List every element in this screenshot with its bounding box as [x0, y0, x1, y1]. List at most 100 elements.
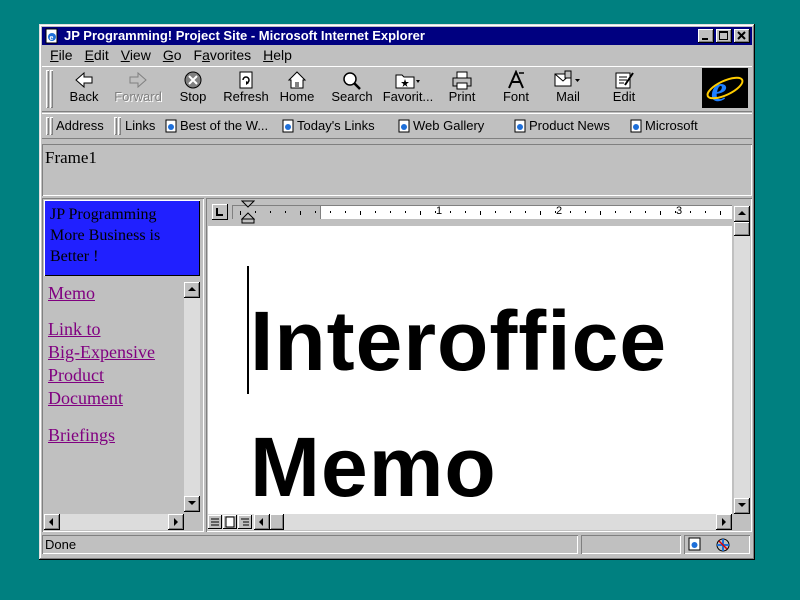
back-button[interactable]: Back	[58, 68, 110, 110]
addressbar-grip[interactable]	[46, 117, 49, 135]
home-icon	[287, 71, 307, 89]
ruler-tick	[465, 211, 466, 213]
print-button[interactable]: Print	[440, 68, 484, 110]
page-icon	[514, 119, 526, 133]
links-label[interactable]: Links	[125, 118, 155, 133]
toolbar-grip[interactable]	[46, 70, 49, 108]
favorites-button[interactable]: Favorit...	[380, 68, 436, 110]
nav-link-product[interactable]: Product	[48, 364, 104, 387]
nav-link-big-expensive[interactable]: Big-Expensive	[48, 341, 155, 364]
doc-scroll-right-button[interactable]	[716, 514, 732, 530]
menu-go[interactable]: Go	[157, 46, 188, 65]
doc-scroll-up-button[interactable]	[734, 206, 750, 222]
close-icon	[737, 31, 746, 40]
ruler-tick	[405, 211, 406, 213]
document-frame: 1 2 3 Interoffice Memo	[206, 198, 752, 532]
document-vertical-scrollbar[interactable]	[734, 206, 750, 514]
scroll-left-button[interactable]	[44, 514, 60, 530]
refresh-button[interactable]: Refresh	[220, 68, 272, 110]
indent-marker-icon[interactable]	[241, 200, 255, 224]
ruler-tick	[630, 211, 631, 213]
status-text: Done	[45, 537, 77, 552]
linksbar-grip[interactable]	[114, 117, 117, 135]
document-horizontal-scrollbar[interactable]	[208, 514, 732, 530]
ruler-tick	[480, 211, 481, 215]
normal-view-button[interactable]	[208, 515, 222, 529]
ruler-tick	[420, 211, 421, 215]
arrow-right-icon	[722, 518, 726, 526]
menu-favorites[interactable]: Favorites	[188, 46, 258, 65]
page-icon	[282, 119, 294, 133]
sidebar-banner: JP Programming More Business is Better !	[44, 200, 200, 276]
address-label[interactable]: Address	[56, 118, 104, 133]
link-product-news[interactable]: Product News	[514, 118, 610, 133]
forward-button[interactable]: Forward	[110, 68, 166, 110]
scroll-up-button[interactable]	[184, 282, 200, 298]
ruler-tick	[525, 211, 526, 213]
ruler-tick	[330, 211, 331, 213]
back-icon	[75, 71, 93, 89]
link-todays-links[interactable]: Today's Links	[282, 118, 375, 133]
doc-scroll-thumb[interactable]	[734, 222, 750, 236]
nav-link-link-to[interactable]: Link to	[48, 318, 101, 341]
minimize-button[interactable]	[698, 29, 714, 43]
scroll-down-button[interactable]	[184, 496, 200, 512]
ruler-ticks	[240, 211, 721, 215]
linksbar-grip[interactable]	[118, 117, 121, 135]
nav-link-memo[interactable]: Memo	[48, 282, 95, 305]
font-button[interactable]: Font	[494, 68, 538, 110]
doc-scroll-down-button[interactable]	[734, 498, 750, 514]
document-page[interactable]: Interoffice Memo	[208, 226, 732, 514]
forward-icon	[129, 71, 147, 89]
page-layout-view-button[interactable]	[223, 515, 237, 529]
menu-edit[interactable]: Edit	[79, 46, 115, 65]
close-button[interactable]	[734, 29, 750, 43]
home-button[interactable]: Home	[274, 68, 320, 110]
ie-page-icon: e	[45, 28, 58, 44]
link-microsoft[interactable]: Microsoft	[630, 118, 698, 133]
address-links-bar: Address Links Best of the W... Today's L…	[42, 113, 752, 139]
ruler[interactable]: 1 2 3	[208, 200, 732, 224]
menu-bar: File Edit View Go Favorites Help	[44, 46, 298, 65]
edit-button[interactable]: Edit	[602, 68, 646, 110]
text-cursor	[247, 266, 249, 394]
sidebar-nav: Memo Link to Big-Expensive Product Docum…	[44, 282, 182, 512]
menu-help[interactable]: Help	[257, 46, 298, 65]
link-best-of-web[interactable]: Best of the W...	[165, 118, 268, 133]
ruler-mark-2: 2	[556, 205, 563, 217]
doc-hscroll-thumb[interactable]	[270, 514, 284, 530]
title-bar[interactable]: e JP Programming! Project Site - Microso…	[42, 27, 752, 45]
stop-icon	[184, 71, 202, 89]
ruler-tick	[390, 211, 391, 213]
search-button[interactable]: Search	[326, 68, 378, 110]
tab-stop-selector[interactable]	[212, 204, 228, 220]
ruler-tick	[645, 211, 646, 213]
maximize-button[interactable]	[716, 29, 732, 43]
top-frame: Frame1	[42, 144, 752, 196]
nav-link-document[interactable]: Document	[48, 387, 123, 410]
ruler-tick	[255, 211, 256, 213]
status-text-panel: Done	[42, 535, 578, 554]
menu-file[interactable]: File	[44, 46, 79, 65]
favorites-icon	[395, 74, 420, 89]
toolbar-grip[interactable]	[50, 70, 53, 108]
ruler-tick	[570, 211, 571, 213]
stop-button[interactable]: Stop	[168, 68, 218, 110]
sidebar-horizontal-scrollbar[interactable]	[44, 514, 184, 530]
mail-button[interactable]: Mail	[546, 68, 590, 110]
menu-view[interactable]: View	[115, 46, 157, 65]
ruler-tick	[300, 211, 301, 215]
outline-view-button[interactable]	[238, 515, 252, 529]
scroll-right-button[interactable]	[168, 514, 184, 530]
sidebar-vertical-scrollbar[interactable]	[184, 282, 200, 512]
link-web-gallery[interactable]: Web Gallery	[398, 118, 484, 133]
security-zone-icon	[716, 538, 730, 552]
arrow-left-icon	[259, 518, 263, 526]
arrow-down-icon	[738, 503, 746, 507]
doc-scroll-left-button[interactable]	[254, 514, 270, 530]
normal-view-icon	[211, 518, 219, 526]
ruler-mark-1: 1	[436, 205, 443, 217]
nav-link-briefings[interactable]: Briefings	[48, 424, 115, 447]
addressbar-grip[interactable]	[50, 117, 53, 135]
arrow-down-icon	[188, 501, 196, 505]
